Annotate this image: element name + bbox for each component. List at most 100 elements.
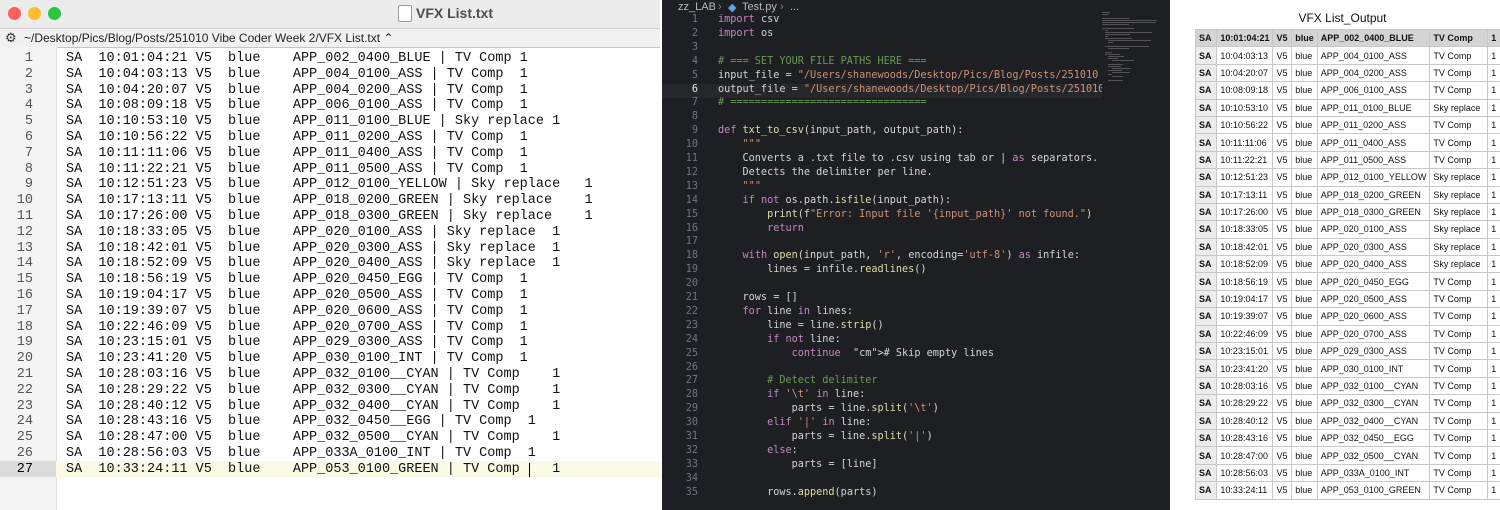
- table-cell[interactable]: 10:22:46:09: [1216, 324, 1274, 344]
- table-cell[interactable]: TV Comp: [1429, 411, 1489, 430]
- table-cell[interactable]: APP_012_0100_YELLOW: [1316, 168, 1431, 187]
- table-cell[interactable]: V5: [1272, 481, 1293, 500]
- table-cell[interactable]: 10:28:40:12: [1216, 411, 1274, 430]
- table-cell[interactable]: 1: [1487, 324, 1500, 344]
- table-cell[interactable]: blue: [1291, 81, 1318, 100]
- table-cell[interactable]: 1: [1487, 115, 1500, 135]
- table-cell[interactable]: 10:28:47:00: [1216, 446, 1274, 465]
- table-cell[interactable]: TV Comp: [1429, 359, 1489, 378]
- table-cell[interactable]: APP_032_0300__CYAN: [1316, 394, 1431, 413]
- table-cell[interactable]: V5: [1272, 98, 1293, 117]
- table-cell[interactable]: blue: [1291, 307, 1318, 326]
- table-cell[interactable]: 10:28:56:03: [1216, 463, 1274, 483]
- table-cell[interactable]: SA: [1194, 289, 1218, 309]
- table-cell[interactable]: Sky replace: [1429, 98, 1489, 117]
- table-cell[interactable]: 1: [1487, 272, 1500, 291]
- table-cell[interactable]: SA: [1194, 272, 1218, 291]
- table-cell[interactable]: V5: [1272, 446, 1293, 465]
- table-cell[interactable]: 1: [1487, 150, 1500, 170]
- table-cell[interactable]: 10:19:04:17: [1216, 289, 1274, 309]
- table-cell[interactable]: 10:17:26:00: [1216, 202, 1274, 222]
- table-cell[interactable]: SA: [1194, 133, 1218, 152]
- table-cell[interactable]: TV Comp: [1429, 376, 1489, 396]
- table-cell[interactable]: blue: [1291, 63, 1318, 83]
- table-cell[interactable]: APP_004_0100_ASS: [1316, 46, 1431, 65]
- table-cell[interactable]: 1: [1487, 28, 1500, 48]
- table-cell[interactable]: APP_020_0600_ASS: [1316, 307, 1431, 326]
- table-cell[interactable]: 10:28:29:22: [1216, 394, 1274, 413]
- table-cell[interactable]: SA: [1194, 63, 1218, 83]
- table-cell[interactable]: blue: [1291, 202, 1318, 222]
- window-titlebar[interactable]: VFX List.txt: [0, 0, 660, 28]
- table-cell[interactable]: 10:12:51:23: [1216, 168, 1274, 187]
- table-cell[interactable]: V5: [1272, 202, 1293, 222]
- table-cell[interactable]: SA: [1194, 446, 1218, 465]
- minimap[interactable]: [1102, 12, 1162, 92]
- table-cell[interactable]: blue: [1291, 46, 1318, 65]
- table-cell[interactable]: blue: [1291, 220, 1318, 239]
- table-cell[interactable]: TV Comp: [1429, 394, 1489, 413]
- table-cell[interactable]: TV Comp: [1429, 272, 1489, 291]
- table-cell[interactable]: V5: [1272, 150, 1293, 170]
- table-cell[interactable]: SA: [1194, 237, 1218, 257]
- table-cell[interactable]: blue: [1291, 428, 1318, 448]
- table-cell[interactable]: SA: [1194, 428, 1218, 448]
- table-cell[interactable]: 1: [1487, 220, 1500, 239]
- table-cell[interactable]: APP_018_0300_GREEN: [1316, 202, 1431, 222]
- table-cell[interactable]: blue: [1291, 28, 1318, 48]
- table-cell[interactable]: TV Comp: [1429, 28, 1489, 48]
- table-cell[interactable]: 10:18:56:19: [1216, 272, 1274, 291]
- table-cell[interactable]: TV Comp: [1429, 150, 1489, 170]
- table-cell[interactable]: V5: [1272, 342, 1293, 361]
- table-cell[interactable]: 1: [1487, 463, 1500, 483]
- table-cell[interactable]: 1: [1487, 428, 1500, 448]
- table-cell[interactable]: Sky replace: [1429, 185, 1489, 204]
- table-cell[interactable]: 10:18:52:09: [1216, 255, 1274, 274]
- table-cell[interactable]: SA: [1194, 394, 1218, 413]
- table-cell[interactable]: SA: [1194, 481, 1218, 500]
- table-cell[interactable]: SA: [1194, 342, 1218, 361]
- table-cell[interactable]: APP_002_0400_BLUE: [1316, 28, 1431, 48]
- table-cell[interactable]: APP_020_0100_ASS: [1316, 220, 1431, 239]
- table-cell[interactable]: blue: [1291, 272, 1318, 291]
- table-cell[interactable]: TV Comp: [1429, 446, 1489, 465]
- table-cell[interactable]: 1: [1487, 98, 1500, 117]
- file-path-popup[interactable]: ~/Desktop/Pics/Blog/Posts/251010 Vibe Co…: [24, 31, 393, 45]
- table-cell[interactable]: blue: [1291, 376, 1318, 396]
- table-cell[interactable]: 10:04:03:13: [1216, 46, 1274, 65]
- table-cell[interactable]: SA: [1194, 28, 1218, 48]
- table-cell[interactable]: 10:04:20:07: [1216, 63, 1274, 83]
- table-cell[interactable]: 10:33:24:11: [1216, 481, 1274, 500]
- table-cell[interactable]: 10:23:41:20: [1216, 359, 1274, 378]
- zoom-window-button[interactable]: [48, 7, 61, 20]
- table-cell[interactable]: SA: [1194, 463, 1218, 483]
- table-cell[interactable]: TV Comp: [1429, 133, 1489, 152]
- table-cell[interactable]: APP_011_0400_ASS: [1316, 133, 1431, 152]
- close-window-button[interactable]: [8, 7, 21, 20]
- table-cell[interactable]: SA: [1194, 411, 1218, 430]
- table-cell[interactable]: V5: [1272, 289, 1293, 309]
- table-cell[interactable]: 10:08:09:18: [1216, 81, 1274, 100]
- table-cell[interactable]: 10:11:11:06: [1216, 133, 1274, 152]
- table-cell[interactable]: TV Comp: [1429, 342, 1489, 361]
- table-cell[interactable]: APP_032_0100__CYAN: [1316, 376, 1431, 396]
- table-cell[interactable]: SA: [1194, 115, 1218, 135]
- table-cell[interactable]: APP_030_0100_INT: [1316, 359, 1431, 378]
- table-cell[interactable]: V5: [1272, 428, 1293, 448]
- table-cell[interactable]: blue: [1291, 359, 1318, 378]
- table-cell[interactable]: 10:18:42:01: [1216, 237, 1274, 257]
- table-cell[interactable]: blue: [1291, 237, 1318, 257]
- table-cell[interactable]: V5: [1272, 255, 1293, 274]
- table-cell[interactable]: blue: [1291, 342, 1318, 361]
- table-cell[interactable]: 1: [1487, 202, 1500, 222]
- table-cell[interactable]: TV Comp: [1429, 463, 1489, 483]
- table-cell[interactable]: 1: [1487, 255, 1500, 274]
- table-cell[interactable]: 10:01:04:21: [1216, 28, 1274, 48]
- table-cell[interactable]: 1: [1487, 63, 1500, 83]
- table-cell[interactable]: V5: [1272, 220, 1293, 239]
- table-cell[interactable]: V5: [1272, 46, 1293, 65]
- table-cell[interactable]: 10:11:22:21: [1216, 150, 1274, 170]
- table-cell[interactable]: blue: [1291, 150, 1318, 170]
- table-cell[interactable]: 1: [1487, 133, 1500, 152]
- table-cell[interactable]: Sky replace: [1429, 202, 1489, 222]
